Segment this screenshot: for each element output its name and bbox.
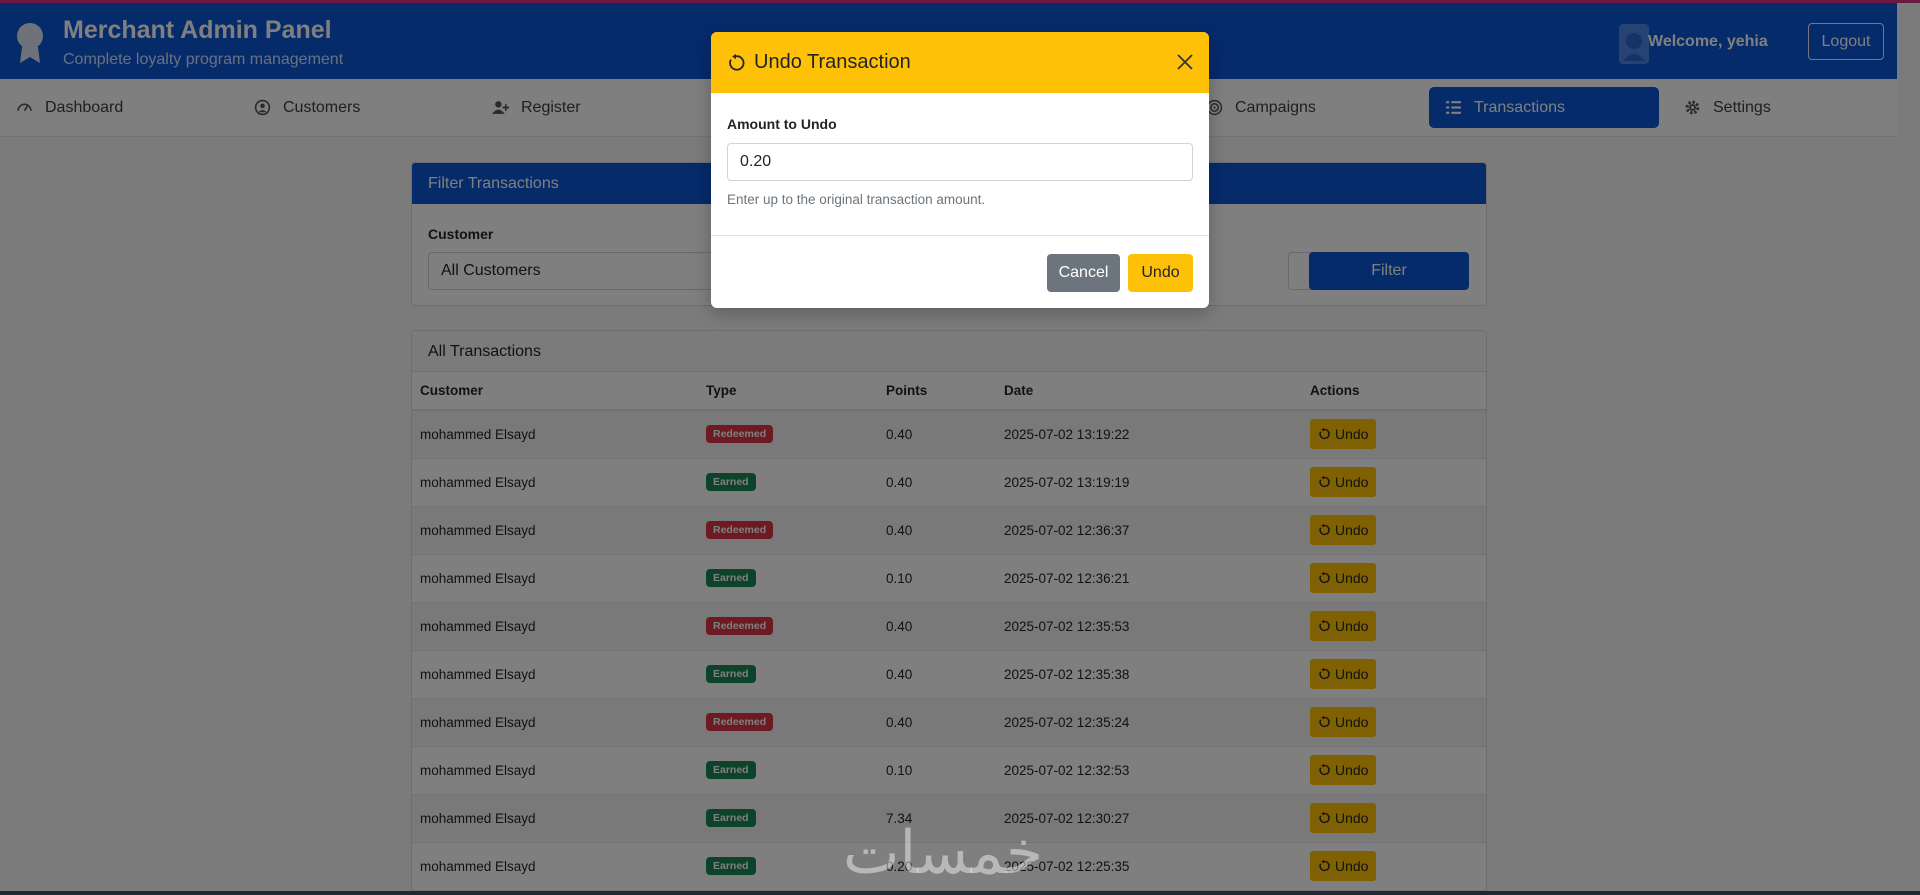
amount-input[interactable]: 0.20 xyxy=(727,143,1193,181)
close-icon[interactable] xyxy=(1175,52,1195,72)
undo-transaction-modal: Undo Transaction Amount to Undo 0.20 Ent… xyxy=(711,32,1209,308)
modal-title: Undo Transaction xyxy=(754,51,911,73)
undo-icon xyxy=(729,53,745,71)
amount-label: Amount to Undo xyxy=(727,116,837,132)
confirm-undo-button[interactable]: Undo xyxy=(1128,254,1193,292)
modal-header: Undo Transaction xyxy=(711,32,1209,93)
cancel-button[interactable]: Cancel xyxy=(1047,254,1120,292)
taskbar-strip xyxy=(0,891,1920,895)
amount-help-text: Enter up to the original transaction amo… xyxy=(727,192,986,207)
modal-body: Amount to Undo 0.20 Enter up to the orig… xyxy=(711,93,1209,236)
watermark: خمسات xyxy=(843,818,1044,888)
